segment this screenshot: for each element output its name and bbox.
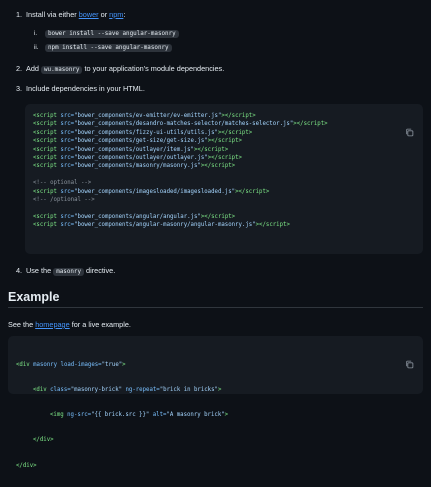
code-line: <script src="bower_components/outlayer/i… bbox=[33, 146, 229, 153]
code-line: <script src="bower_components/outlayer/o… bbox=[33, 154, 242, 161]
substep-npm: ii. npm install --save angular-masonry bbox=[34, 44, 172, 53]
code-lines: <div masonry load-images="true"> <div cl… bbox=[16, 344, 228, 487]
step-add-dependency: 2. Add wu.masonry to your application's m… bbox=[16, 64, 225, 74]
code-line: <script src="bower_components/fizzy-ui-u… bbox=[33, 129, 253, 136]
step-use-directive: 4. Use the masonry directive. bbox=[16, 266, 116, 276]
step-number: 3. bbox=[16, 84, 23, 93]
bower-link[interactable]: bower bbox=[79, 10, 99, 19]
example-paragraph: See the homepage for a live example. bbox=[8, 320, 131, 329]
homepage-link[interactable]: homepage bbox=[35, 320, 70, 329]
substep-bower: i. bower install --save angular-masonry bbox=[34, 30, 179, 39]
code-line: <script src="bower_components/ev-emitter… bbox=[33, 113, 256, 119]
step-include-dependencies: 3. Include dependencies in your HTML. bbox=[16, 84, 145, 93]
code-line: <script src="bower_components/angular/an… bbox=[33, 213, 236, 220]
npm-link[interactable]: npm bbox=[109, 10, 123, 19]
code-lines: <script src="bower_components/ev-emitter… bbox=[33, 112, 328, 229]
section-title-example: Example bbox=[8, 290, 60, 304]
code-line: <script src="bower_components/imagesload… bbox=[33, 188, 270, 195]
step-number: 4. bbox=[16, 266, 23, 275]
copy-icon[interactable] bbox=[405, 111, 414, 137]
code-comment: <!-- optional --> bbox=[33, 180, 92, 187]
readme-content: 1. Install via either bower or npm: i. bow… bbox=[0, 0, 431, 469]
code-block-scripts: <script src="bower_components/ev-emitter… bbox=[25, 104, 423, 254]
step-install: 1. Install via either bower or npm: bbox=[16, 10, 126, 19]
npm-command: npm install --save angular-masonry bbox=[45, 44, 172, 52]
code-line: <div class="masonry-brick" ng-repeat="br… bbox=[33, 387, 222, 394]
code-line: <img ng-src="{{ brick.src }}" alt="A mas… bbox=[50, 412, 229, 419]
code-line: <script src="bower_components/get-size/g… bbox=[33, 138, 242, 145]
heading-divider bbox=[8, 307, 423, 308]
code-line: </div> bbox=[33, 437, 54, 444]
code-block-example: <div masonry load-images="true"> <div cl… bbox=[8, 336, 423, 469]
code-line: </div> bbox=[16, 462, 37, 469]
step-number: 1. bbox=[16, 10, 23, 19]
directive-name: masonry bbox=[53, 268, 85, 276]
code-line: <div masonry load-images="true"> bbox=[16, 361, 126, 368]
code-line: <script src="bower_components/desandro-m… bbox=[33, 121, 328, 128]
code-comment: <!-- /optional --> bbox=[33, 196, 95, 203]
module-name: wu.masonry bbox=[41, 66, 83, 74]
code-line: <script src="bower_components/angular-ma… bbox=[33, 222, 290, 229]
bower-command: bower install --save angular-masonry bbox=[45, 30, 179, 38]
code-line: <script src="bower_components/masonry/ma… bbox=[33, 163, 236, 170]
step-number: 2. bbox=[16, 64, 23, 73]
copy-icon[interactable] bbox=[405, 343, 414, 369]
